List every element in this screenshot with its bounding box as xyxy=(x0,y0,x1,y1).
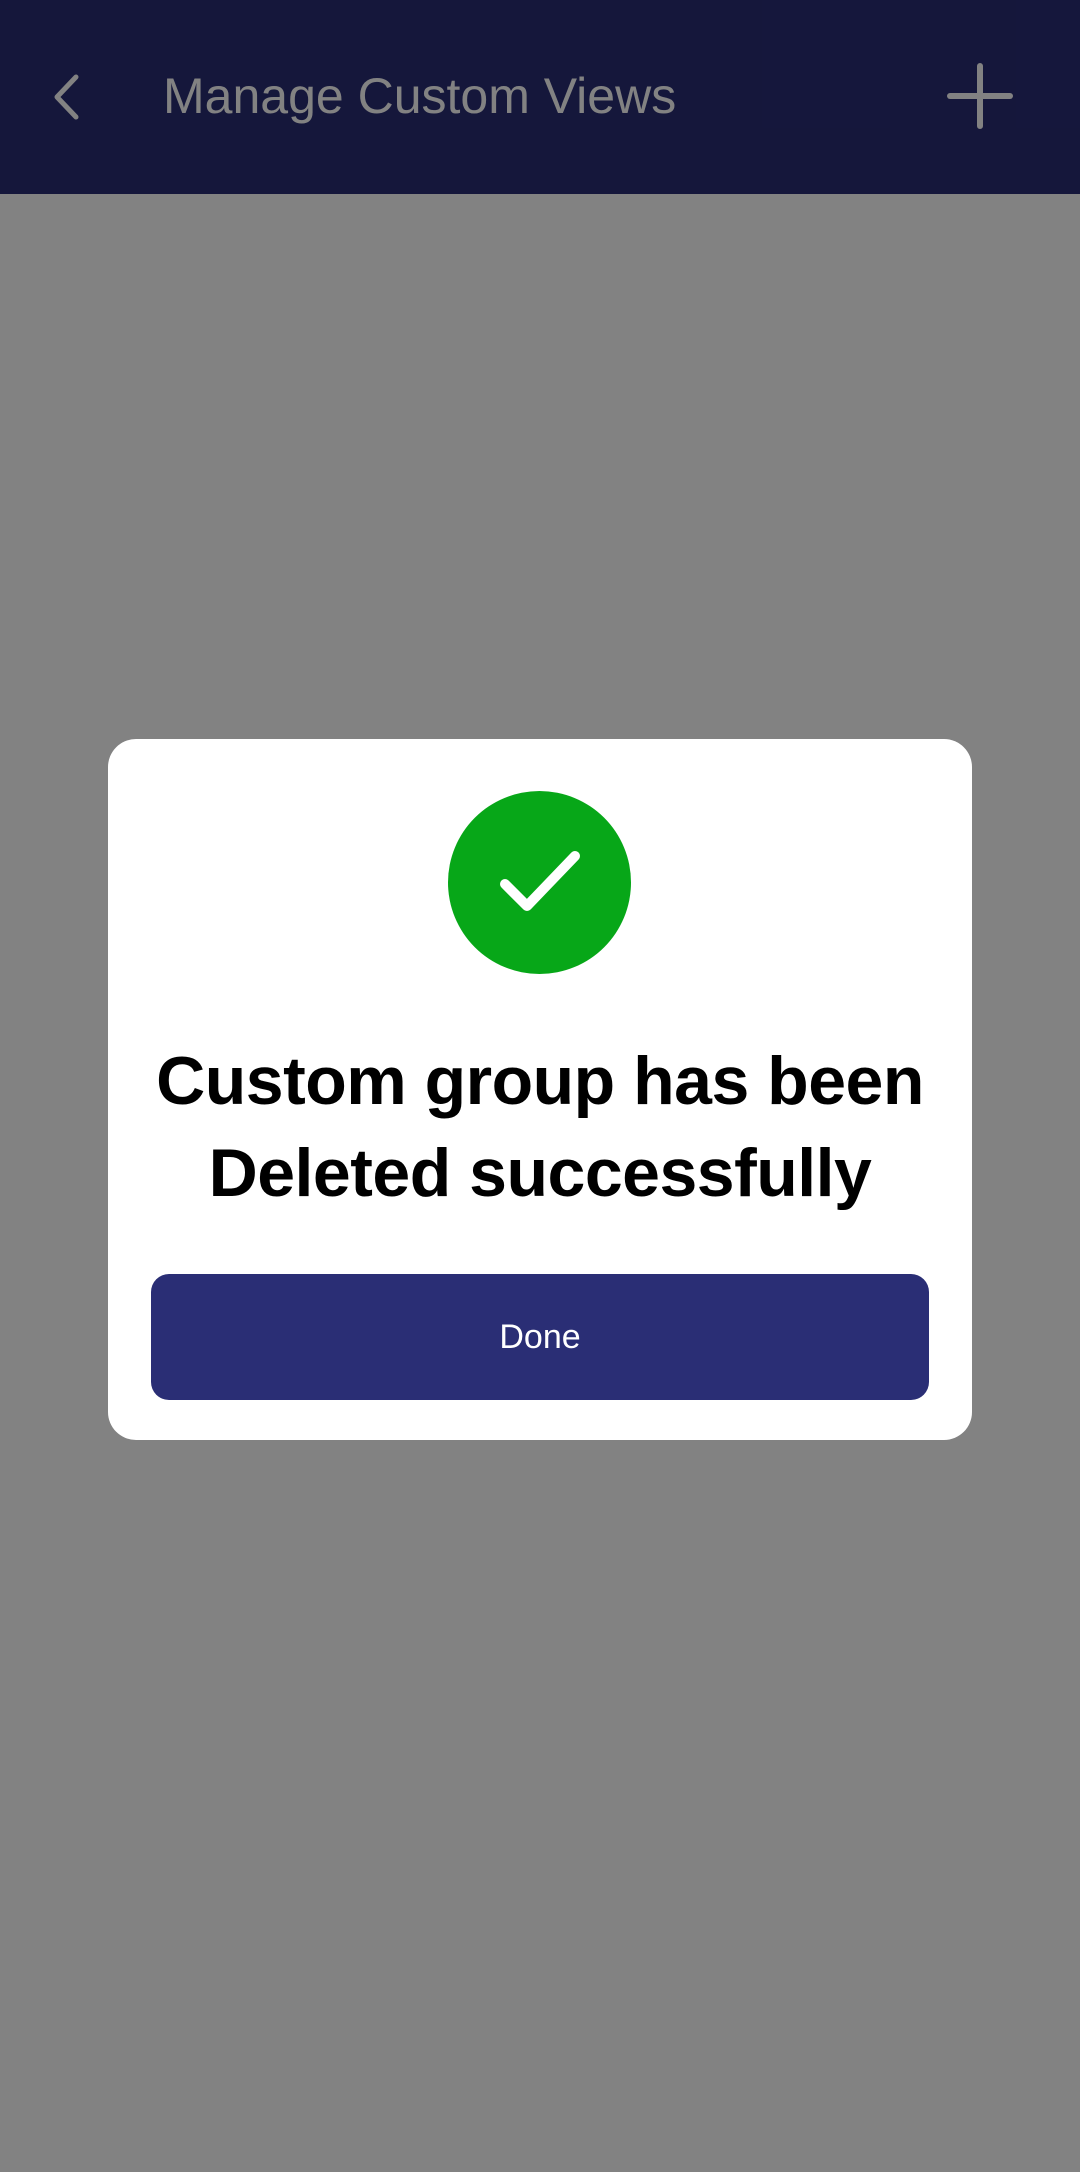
check-icon xyxy=(499,850,580,911)
screen: Manage Custom Views Custom group has bee… xyxy=(0,0,1080,2172)
done-button[interactable]: Done xyxy=(151,1274,929,1400)
dialog-message: Custom group has been Deleted successful… xyxy=(128,1035,952,1219)
success-dialog: Custom group has been Deleted successful… xyxy=(108,739,972,1440)
check-circle-icon xyxy=(448,791,631,974)
dialog-message-line-1: Custom group has been xyxy=(156,1043,924,1119)
dialog-message-line-2: Deleted successfully xyxy=(208,1135,872,1211)
